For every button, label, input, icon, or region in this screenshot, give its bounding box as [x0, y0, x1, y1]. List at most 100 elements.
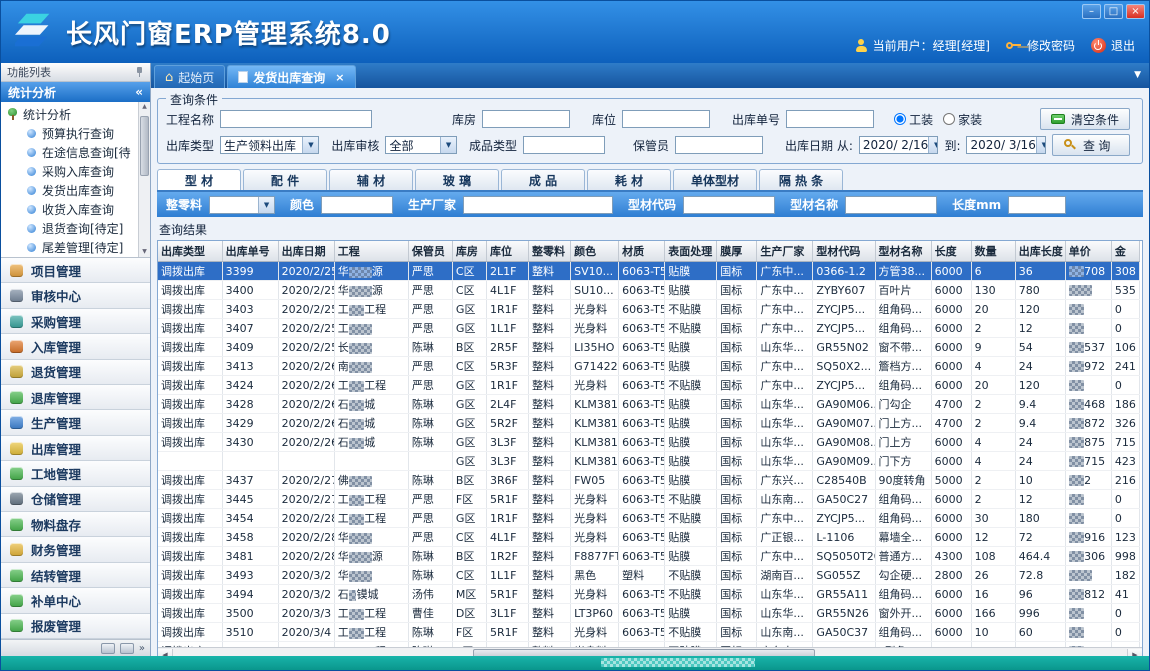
column-header[interactable]: 型材名称: [875, 241, 931, 262]
more-panels-icon[interactable]: »: [139, 643, 145, 654]
sidebar-item-purchase[interactable]: 采购管理: [1, 309, 150, 334]
profile-name-input[interactable]: [845, 196, 937, 214]
column-header[interactable]: 出库类型: [158, 241, 222, 262]
sidebar-item-inbound[interactable]: 入库管理: [1, 334, 150, 359]
table-row[interactable]: 调拨出库34582020/2/28华███严思C区4L1F整料光身料6063-T…: [158, 528, 1140, 547]
sidebar-item-inventory[interactable]: 物料盘存: [1, 512, 150, 537]
date-from-picker[interactable]: 2020/ 2/16 ▼: [859, 136, 939, 154]
table-row[interactable]: 调拨出库34092020/2/25长███陈琳B区2R5F整料LI35HO606…: [158, 338, 1140, 357]
column-header[interactable]: 生产厂家: [757, 241, 813, 262]
logout-button[interactable]: 退出: [1091, 37, 1135, 54]
scroll-up-icon[interactable]: ▲: [139, 102, 150, 112]
table-row[interactable]: 调拨出库35002020/3/3工██工程曹佳D区3L1F整料LT3P60606…: [158, 604, 1140, 623]
radio-gongzhuang[interactable]: 工装: [894, 111, 933, 128]
sidebar-item-outbound[interactable]: 出库管理: [1, 436, 150, 461]
table-row[interactable]: 调拨出库34812020/2/28华███源陈琳B区1R2F整料F8877FT6…: [158, 547, 1140, 566]
sidebar-item-carryover[interactable]: 结转管理: [1, 563, 150, 588]
tab-close-icon[interactable]: ×: [335, 72, 344, 83]
product-type-input[interactable]: [523, 136, 605, 154]
whole-part-select[interactable]: 全部 ▼: [209, 196, 275, 214]
column-header[interactable]: 库房: [452, 241, 486, 262]
scroll-down-icon[interactable]: ▼: [139, 247, 150, 257]
panel-monitor-icon[interactable]: [120, 643, 134, 654]
material-tab[interactable]: 成 品: [501, 169, 585, 190]
column-header[interactable]: 数量: [971, 241, 1015, 262]
column-header[interactable]: 库位: [486, 241, 528, 262]
material-tab[interactable]: 配 件: [243, 169, 327, 190]
column-header[interactable]: 表面处理: [665, 241, 717, 262]
tree-item[interactable]: 预算执行查询: [1, 124, 150, 143]
column-header[interactable]: 长度: [931, 241, 971, 262]
profile-code-input[interactable]: [683, 196, 775, 214]
column-header[interactable]: 保管员: [408, 241, 452, 262]
table-row[interactable]: 调拨出库34282020/2/26石██城陈琳G区2L4F整料KLM381760…: [158, 395, 1140, 414]
tree-item[interactable]: 收货入库查询: [1, 200, 150, 219]
search-button[interactable]: 查 询: [1052, 134, 1130, 156]
close-button[interactable]: ×: [1126, 4, 1145, 19]
table-row[interactable]: 调拨出库34242020/2/26工██工程严思G区1R1F整料光身料6063-…: [158, 376, 1140, 395]
radio-gongzhuang-input[interactable]: [894, 113, 906, 125]
table-row[interactable]: 调拨出库34452020/2/27工██工程严思F区5R1F整料光身料6063-…: [158, 490, 1140, 509]
table-row[interactable]: 调拨出库34132020/2/26南███严思C区5R3F整料G71422606…: [158, 357, 1140, 376]
material-tab[interactable]: 单体型材: [673, 169, 757, 190]
tree-root[interactable]: 统计分析: [1, 104, 150, 124]
radio-jiazhuang-input[interactable]: [943, 113, 955, 125]
warehouse-input[interactable]: [482, 110, 570, 128]
outbound-no-input[interactable]: [786, 110, 874, 128]
material-tab[interactable]: 辅 材: [329, 169, 413, 190]
table-row[interactable]: 调拨出库34542020/2/28工██工程严思G区1R1F整料光身料6063-…: [158, 509, 1140, 528]
tab-shipment-outbound-query[interactable]: 发货出库查询×: [227, 65, 355, 88]
outbound-type-select[interactable]: 生产领料出库 ▼: [220, 136, 319, 154]
column-header[interactable]: 膜厚: [717, 241, 757, 262]
table-row[interactable]: G区3L3F整料KLM38176063-T5贴膜国标山东华...GA90M09.…: [158, 452, 1140, 471]
column-header[interactable]: 工程: [334, 241, 408, 262]
column-header[interactable]: 金: [1111, 241, 1139, 262]
column-header[interactable]: 出库长度: [1015, 241, 1065, 262]
sidebar-group-header[interactable]: 统计分析 «: [1, 82, 150, 102]
column-header[interactable]: 颜色: [571, 241, 619, 262]
scroll-thumb[interactable]: [140, 116, 149, 176]
maximize-button[interactable]: □: [1104, 4, 1123, 19]
collapse-icon[interactable]: «: [135, 85, 143, 99]
sidebar-item-site[interactable]: 工地管理: [1, 461, 150, 486]
minimize-button[interactable]: –: [1082, 4, 1101, 19]
sidebar-item-return-stock[interactable]: 退库管理: [1, 385, 150, 410]
material-tab[interactable]: 隔 热 条: [759, 169, 843, 190]
table-row[interactable]: 调拨出库34942020/3/2石█镆城汤伟M区5R1F整料光身料6063-T5…: [158, 585, 1140, 604]
sidebar-item-finance[interactable]: 财务管理: [1, 537, 150, 562]
table-row[interactable]: 调拨出库34302020/2/26石██城陈琳G区3L3F整料KLM381760…: [158, 433, 1140, 452]
tree-item[interactable]: 尾差管理[待定]: [1, 238, 150, 257]
tab-start-page[interactable]: 起始页: [154, 65, 225, 88]
tab-list-chevron-icon[interactable]: ▼: [1134, 70, 1141, 80]
column-header[interactable]: 整零料: [529, 241, 571, 262]
project-name-input[interactable]: [220, 110, 372, 128]
sidebar-item-audit[interactable]: 审核中心: [1, 283, 150, 308]
column-header[interactable]: 出库日期: [278, 241, 334, 262]
sidebar-item-production[interactable]: 生产管理: [1, 410, 150, 435]
table-row[interactable]: 调拨出库34002020/2/25华███源严思C区4L1F整料SU10...6…: [158, 281, 1140, 300]
color-input[interactable]: [321, 196, 393, 214]
tree-item[interactable]: 在途信息查询[待: [1, 143, 150, 162]
column-header[interactable]: 材质: [619, 241, 665, 262]
clear-conditions-button[interactable]: 清空条件: [1040, 108, 1130, 130]
column-header[interactable]: 单价: [1065, 241, 1111, 262]
column-header[interactable]: 型材代码: [813, 241, 875, 262]
outbound-audit-select[interactable]: 全部 ▼: [385, 136, 457, 154]
date-to-picker[interactable]: 2020/ 3/16 ▼: [966, 136, 1046, 154]
tree-item[interactable]: 采购入库查询: [1, 162, 150, 181]
change-password-button[interactable]: 修改密码: [1006, 37, 1075, 54]
tree-item[interactable]: 发货出库查询: [1, 181, 150, 200]
sidebar-item-supplement[interactable]: 补单中心: [1, 588, 150, 613]
material-tab[interactable]: 玻 璃: [415, 169, 499, 190]
manufacturer-input[interactable]: [463, 196, 613, 214]
sidebar-item-warehouse[interactable]: 仓储管理: [1, 487, 150, 512]
material-tab[interactable]: 型 材: [157, 169, 241, 190]
sidebar-item-scrap[interactable]: 报废管理: [1, 614, 150, 639]
length-input[interactable]: [1008, 196, 1066, 214]
radio-jiazhuang[interactable]: 家装: [943, 111, 982, 128]
table-row[interactable]: 调拨出库34292020/2/26石██城陈琳G区5R2F整料KLM381760…: [158, 414, 1140, 433]
material-tab[interactable]: 耗 材: [587, 169, 671, 190]
table-row[interactable]: 调拨出库34032020/2/25工██工程严思G区1R1F整料光身料6063-…: [158, 300, 1140, 319]
keeper-input[interactable]: [675, 136, 763, 154]
table-row[interactable]: 调拨出库34072020/2/25工███严思G区1L1F整料光身料6063-T…: [158, 319, 1140, 338]
